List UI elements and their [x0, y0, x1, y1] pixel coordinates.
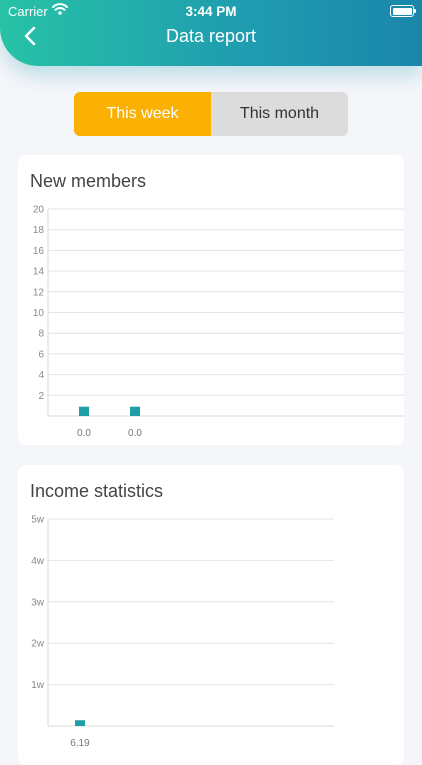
income-y-tick-label: 5w — [31, 515, 45, 526]
status-time: 3:44 PM — [185, 4, 237, 19]
new-members-chart: 2 4 6 8 10 12 14 16 18 20 0.0 0.0 — [33, 205, 404, 439]
income-y-tick-label: 2w — [31, 639, 45, 650]
income-statistics-chart: 1w 2w 3w 4w 5w 6.19 — [31, 515, 334, 749]
new-members-card: New members 2 4 6 8 10 12 14 16 18 20 0.0 0.0 — [18, 155, 404, 445]
period-segmented-control: This week This month — [74, 92, 348, 136]
members-y-tick-label: 2 — [38, 391, 44, 402]
members-y-tick-label: 4 — [38, 370, 44, 381]
income-y-tick-label: 3w — [31, 597, 45, 608]
members-y-tick-label: 8 — [38, 329, 44, 340]
members-bar[interactable] — [130, 406, 140, 416]
members-bar[interactable] — [79, 406, 89, 416]
income-y-tick-label: 4w — [31, 556, 45, 567]
status-bar: Carrier 3:44 PM — [0, 0, 422, 22]
battery-icon — [390, 5, 416, 17]
members-x-tick-label: 0.0 — [128, 428, 142, 439]
members-y-tick-label: 16 — [33, 246, 45, 257]
tab-this-month[interactable]: This month — [211, 92, 348, 136]
income-statistics-card: Income statistics 1w 2w 3w 4w 5w 6.19 — [18, 465, 404, 765]
members-y-tick-label: 12 — [33, 287, 45, 298]
members-y-tick-label: 14 — [33, 267, 45, 278]
income-x-tick-label: 6.19 — [70, 738, 90, 749]
members-y-tick-label: 18 — [33, 225, 45, 236]
members-y-tick-label: 10 — [33, 308, 45, 319]
tab-this-week[interactable]: This week — [74, 92, 211, 136]
income-bar[interactable] — [75, 720, 85, 726]
members-x-tick-label: 0.0 — [77, 428, 91, 439]
members-y-tick-label: 6 — [38, 349, 44, 360]
income-y-tick-label: 1w — [31, 680, 45, 691]
header-bar: Carrier 3:44 PM Data report — [0, 0, 422, 66]
page-title: Data report — [165, 26, 257, 46]
members-y-tick-label: 20 — [33, 205, 45, 216]
